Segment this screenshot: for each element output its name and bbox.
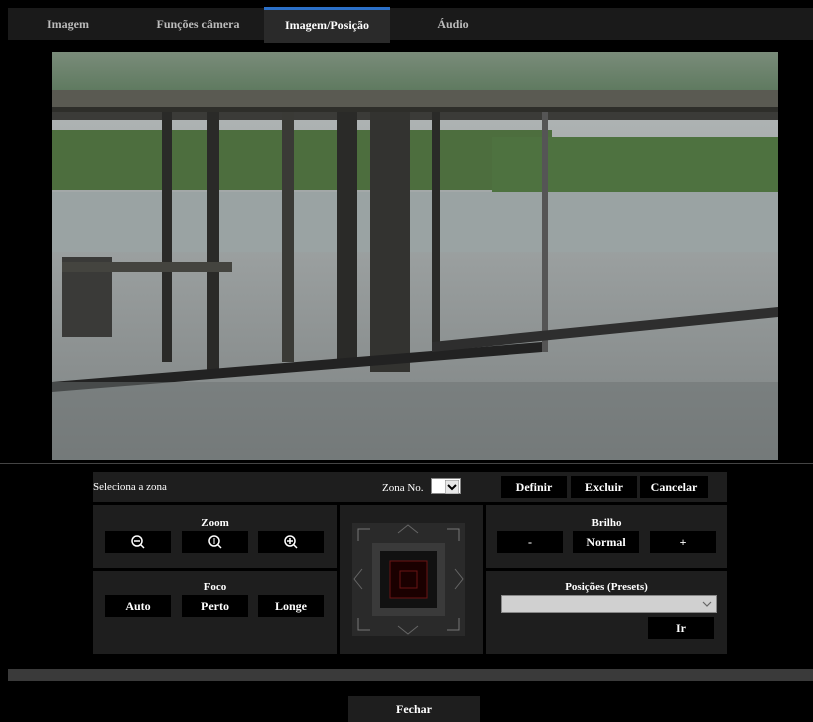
brightness-label: Brilho <box>591 517 622 529</box>
focus-near-button[interactable]: Perto <box>182 595 248 617</box>
focus-label: Foco <box>203 581 227 593</box>
define-button[interactable]: Definir <box>501 476 567 498</box>
chevron-down-icon <box>445 480 459 494</box>
tab-bar: Imagem Funções câmera Imagem/Posição Áud… <box>8 7 813 43</box>
go-button[interactable]: Ir <box>648 617 714 639</box>
zoom-reset-button[interactable] <box>182 531 248 553</box>
chevron-down-icon <box>702 601 712 607</box>
camera-image <box>52 52 778 460</box>
ptz-panel <box>340 505 483 654</box>
zoom-reset-icon <box>208 535 222 549</box>
brightness-normal-button[interactable]: Normal <box>573 531 639 553</box>
divider <box>0 463 813 464</box>
ptz-control-pad[interactable] <box>352 523 465 636</box>
zone-no-select[interactable] <box>431 478 461 494</box>
camera-live-view[interactable] <box>52 52 778 460</box>
focus-far-button[interactable]: Longe <box>258 595 324 617</box>
presets-panel: Posições (Presets) Ir <box>486 571 727 654</box>
close-button[interactable]: Fechar <box>348 696 480 722</box>
zone-row: Seleciona a zona Zona No. Definir Exclui… <box>93 472 727 502</box>
presets-select[interactable] <box>501 595 717 613</box>
zoom-label: Zoom <box>201 517 229 529</box>
focus-auto-button[interactable]: Auto <box>105 595 171 617</box>
cancel-button[interactable]: Cancelar <box>640 476 708 498</box>
tab-audio[interactable]: Áudio <box>390 8 516 40</box>
tab-imagem[interactable]: Imagem <box>8 8 128 40</box>
presets-label: Posições (Presets) <box>565 581 648 593</box>
zone-no-label: Zona No. <box>382 482 424 494</box>
brightness-plus-button[interactable]: + <box>650 531 716 553</box>
footer-bar <box>8 669 813 681</box>
brightness-panel: Brilho - Normal + <box>486 505 727 568</box>
zoom-out-icon <box>131 535 145 549</box>
delete-button[interactable]: Excluir <box>571 476 637 498</box>
zoom-panel: Zoom <box>93 505 337 568</box>
brightness-minus-button[interactable]: - <box>497 531 563 553</box>
tab-imagem-posicao[interactable]: Imagem/Posição <box>264 7 390 43</box>
tab-funcoes-camera[interactable]: Funções câmera <box>138 8 258 40</box>
zoom-in-button[interactable] <box>258 531 324 553</box>
zone-select-label: Seleciona a zona <box>93 481 167 493</box>
focus-panel: Foco Auto Perto Longe <box>93 571 337 654</box>
zoom-out-button[interactable] <box>105 531 171 553</box>
zoom-in-icon <box>284 535 298 549</box>
